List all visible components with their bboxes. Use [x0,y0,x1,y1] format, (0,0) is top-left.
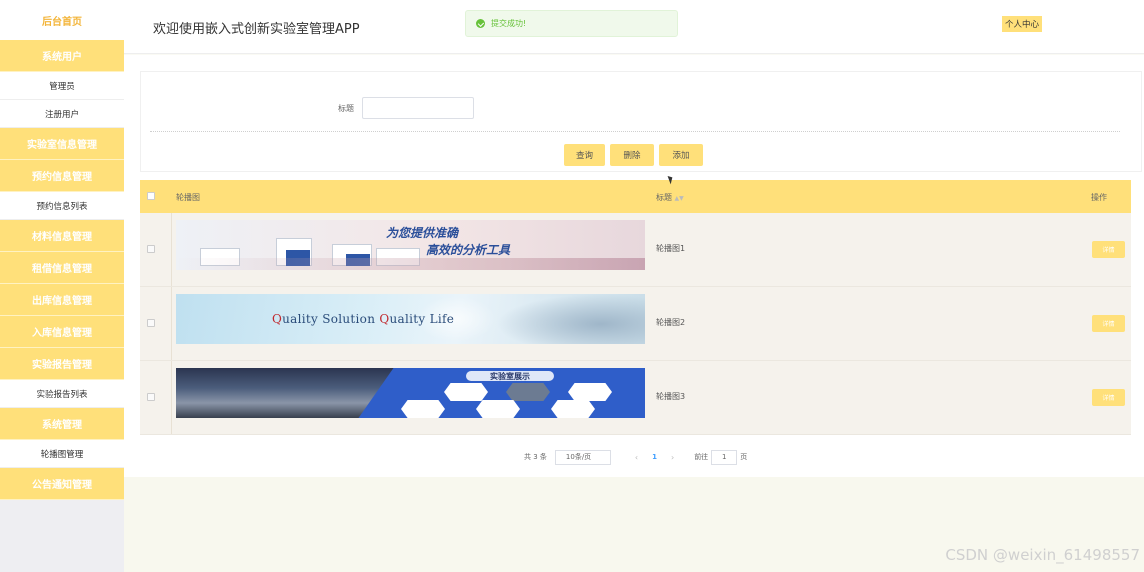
column-header-image: 轮播图 [176,193,200,202]
detail-button[interactable]: 详情 [1092,315,1125,332]
page-number-1[interactable]: 1 [652,453,657,461]
photo-tile [551,400,595,418]
sidebar-item[interactable]: 实验室信息管理 [0,128,124,160]
search-input[interactable] [362,97,474,119]
sidebar-item[interactable]: 预约信息列表 [0,192,124,220]
sidebar: 后台首页 系统用户 管理员 注册用户 实验室信息管理 预约信息管理 预约信息列表 材料信息管… [0,0,124,572]
sidebar-item[interactable]: 租借信息管理 [0,252,124,284]
banner-3-title: 实验室展示 [466,371,554,381]
table-row: Quality Solution Quality Life 轮播图2 详情 [140,287,1131,361]
watermark: CSDN @weixin_61498557 [945,546,1140,564]
sidebar-item[interactable]: 系统管理 [0,408,124,440]
sidebar-item[interactable]: 系统用户 [0,40,124,72]
table-header: 轮播图 标题 ▲▼ 操作 [140,180,1131,213]
sidebar-menu: 系统用户 管理员 注册用户 实验室信息管理 预约信息管理 预约信息列表 材料信息管理 租借信息… [0,40,124,500]
pagination: 共 3 条 10条/页 ‹ 1 › 前往 1 页 [524,449,748,465]
page-title: 欢迎使用嵌入式创新实验室管理APP [153,22,360,37]
table-row: 实验室展示 轮播图3 详情 [140,361,1131,435]
content-panel: 标题 查询 删除 添加 轮播图 标题 ▲▼ 操作 为您提供准确 高效的分析工具 … [124,55,1144,477]
header: 欢迎使用嵌入式创新实验室管理APP 提交成功! 个人中心 [124,0,1144,54]
sidebar-home[interactable]: 后台首页 [0,0,124,40]
goto-label: 前往 [694,453,709,461]
toast-message: 提交成功! [491,19,527,28]
photo-tile [476,400,520,418]
column-header-title[interactable]: 标题 ▲▼ [656,192,684,203]
next-page-icon[interactable]: › [671,453,674,462]
divider [150,131,1120,132]
banner-image-3: 实验室展示 [176,368,645,418]
photo-tile [506,383,550,401]
sidebar-item[interactable]: 材料信息管理 [0,220,124,252]
photo-tile [568,383,612,401]
row-title: 轮播图3 [656,392,686,401]
sidebar-item[interactable]: 实验报告列表 [0,380,124,408]
photo-tile [444,383,488,401]
goto-suffix: 页 [740,453,748,461]
prev-page-icon[interactable]: ‹ [635,453,638,462]
scientist-shape [496,294,645,344]
success-toast: 提交成功! [465,10,678,37]
sidebar-item[interactable]: 出库信息管理 [0,284,124,316]
select-all-checkbox[interactable] [147,192,155,200]
user-center-button[interactable]: 个人中心 [1002,16,1043,32]
banner-image-1: 为您提供准确 高效的分析工具 [176,220,645,270]
sidebar-item[interactable]: 注册用户 [0,100,124,128]
row-checkbox[interactable] [147,319,155,327]
check-circle-icon [476,19,485,28]
column-divider [171,287,172,360]
column-divider [171,213,172,286]
row-title: 轮播图2 [656,318,686,327]
banner-1-line-2: 高效的分析工具 [426,243,511,257]
column-divider [171,361,172,434]
page-size-select[interactable]: 10条/页 [554,449,611,465]
photo-tile [401,400,445,418]
sidebar-item[interactable]: 管理员 [0,72,124,100]
query-button[interactable]: 查询 [564,144,605,166]
pagination-total: 共 3 条 [524,453,547,461]
sidebar-item[interactable]: 轮播图管理 [0,440,124,468]
banner-image-2: Quality Solution Quality Life [176,294,645,344]
detail-button[interactable]: 详情 [1092,241,1125,258]
banner-table: 轮播图 标题 ▲▼ 操作 为您提供准确 高效的分析工具 轮播图1 详情 Qual… [140,180,1131,435]
sidebar-item[interactable]: 实验报告管理 [0,348,124,380]
sidebar-item[interactable]: 入库信息管理 [0,316,124,348]
city-skyline [176,258,645,270]
sort-icon[interactable]: ▲▼ [675,195,684,202]
search-panel: 标题 查询 删除 添加 [140,71,1142,172]
banner-1-line-1: 为您提供准确 [386,226,459,240]
goto-page-input[interactable]: 1 [711,449,738,465]
search-label: 标题 [338,104,354,113]
sidebar-item[interactable]: 公告通知管理 [0,468,124,500]
add-button[interactable]: 添加 [659,144,703,166]
page-jumper: 前往 1 页 [694,449,748,465]
main-content: 标题 查询 删除 添加 轮播图 标题 ▲▼ 操作 为您提供准确 高效的分析工具 … [124,55,1144,572]
row-checkbox[interactable] [147,245,155,253]
row-checkbox[interactable] [147,393,155,401]
sidebar-item[interactable]: 预约信息管理 [0,160,124,192]
delete-button[interactable]: 删除 [610,144,654,166]
banner-2-text: Quality Solution Quality Life [272,312,455,326]
column-header-actions: 操作 [1091,193,1107,202]
detail-button[interactable]: 详情 [1092,389,1125,406]
row-title: 轮播图1 [656,244,686,253]
table-row: 为您提供准确 高效的分析工具 轮播图1 详情 [140,213,1131,287]
